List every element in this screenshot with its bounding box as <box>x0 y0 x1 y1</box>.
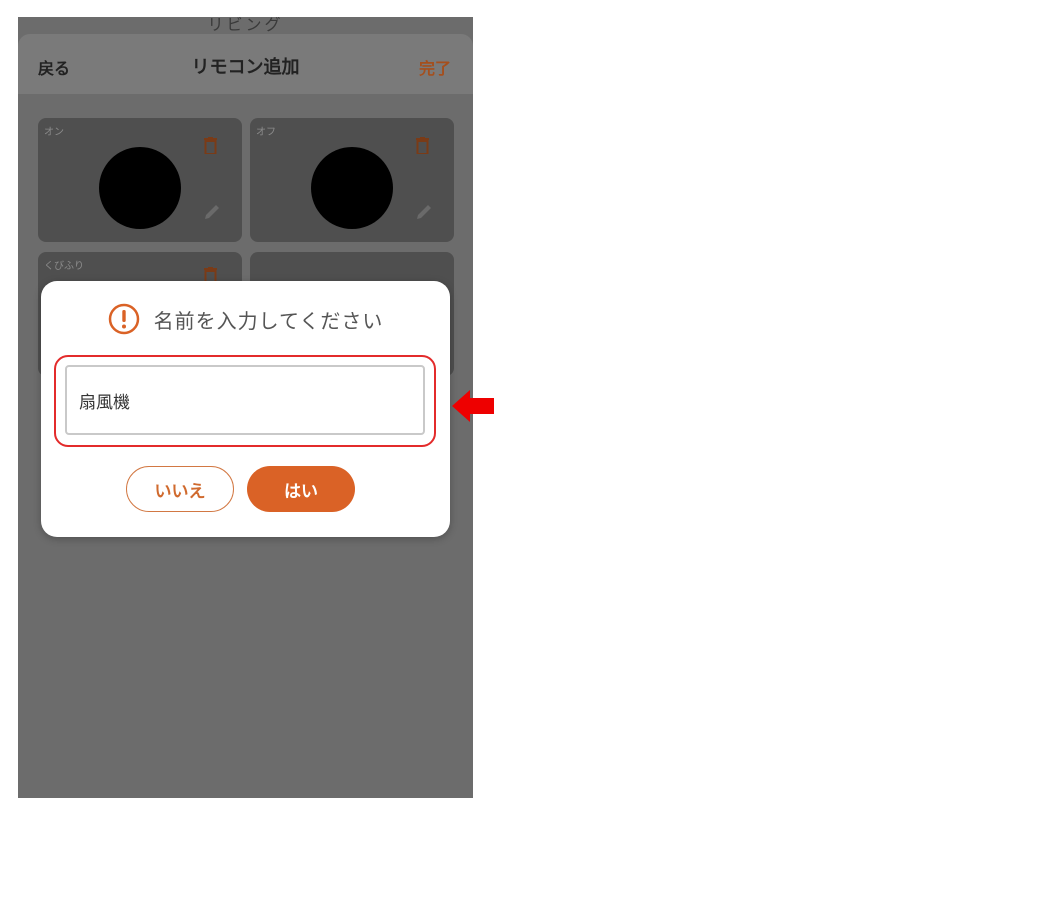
name-input[interactable] <box>65 365 425 435</box>
yes-button[interactable]: はい <box>247 466 355 512</box>
pencil-icon[interactable] <box>202 202 222 222</box>
pencil-icon[interactable] <box>414 202 434 222</box>
button-circle <box>311 147 393 229</box>
trash-icon[interactable] <box>416 137 429 154</box>
name-input-dialog: 名前を入力してください いいえ はい <box>41 281 450 537</box>
card-label: オフ <box>256 127 276 138</box>
trash-icon[interactable] <box>204 137 217 154</box>
warning-icon <box>108 303 139 335</box>
button-circle <box>99 147 181 229</box>
background-screen-title: リビング <box>207 17 284 34</box>
done-button[interactable]: 完了 <box>419 55 451 79</box>
no-button[interactable]: いいえ <box>126 466 234 512</box>
remote-button-card-off[interactable]: オフ <box>250 118 454 242</box>
card-label: くびふり <box>44 261 84 272</box>
remote-button-card-on[interactable]: オン <box>38 118 242 242</box>
arrow-left-icon <box>452 390 494 422</box>
card-label: オン <box>44 127 64 138</box>
dialog-header: 名前を入力してください <box>41 301 450 337</box>
dialog-title: 名前を入力してください <box>153 308 384 333</box>
page-title: リモコン追加 <box>191 57 300 78</box>
